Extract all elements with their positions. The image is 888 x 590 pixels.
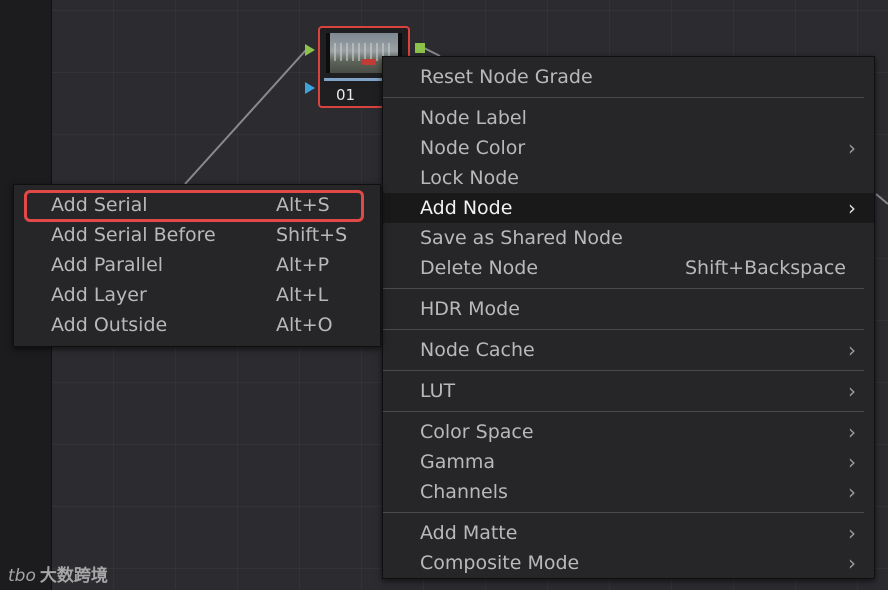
menu-item-shortcut: Shift+Backspace xyxy=(685,257,846,279)
submenu-item-add-serial[interactable]: Add Serial Alt+S xyxy=(14,190,380,220)
menu-item-add-node[interactable]: Add Node › xyxy=(383,193,874,223)
chevron-right-icon: › xyxy=(848,450,856,474)
watermark: tbo 大数跨境 xyxy=(8,561,108,586)
menu-item-delete-node[interactable]: Delete Node Shift+Backspace xyxy=(383,253,874,283)
submenu-item-add-serial-before[interactable]: Add Serial Before Shift+S xyxy=(14,220,380,250)
menu-item-node-label[interactable]: Node Label xyxy=(383,103,874,133)
submenu-item-add-layer[interactable]: Add Layer Alt+L xyxy=(14,280,380,310)
submenu-item-label: Add Serial xyxy=(51,194,148,216)
rgb-output-port-icon[interactable] xyxy=(415,43,425,53)
menu-item-color-space[interactable]: Color Space › xyxy=(383,417,874,447)
output-wire xyxy=(423,47,441,57)
menu-item-label: Gamma xyxy=(420,451,496,473)
chevron-right-icon: › xyxy=(848,136,856,160)
menu-item-label: Node Cache xyxy=(420,339,535,361)
menu-separator xyxy=(383,329,864,330)
menu-item-label: HDR Mode xyxy=(420,298,520,320)
menu-item-add-matte[interactable]: Add Matte › xyxy=(383,518,874,548)
menu-item-label: LUT xyxy=(420,380,456,402)
add-node-submenu: Add Serial Alt+S Add Serial Before Shift+S A… xyxy=(13,184,381,347)
submenu-item-label: Add Layer xyxy=(51,284,147,306)
menu-item-composite-mode[interactable]: Composite Mode › xyxy=(383,548,874,578)
menu-item-gamma[interactable]: Gamma › xyxy=(383,447,874,477)
menu-item-hdr-mode[interactable]: HDR Mode xyxy=(383,294,874,324)
node-label: 01 xyxy=(336,86,356,104)
menu-item-label: Delete Node xyxy=(420,257,539,279)
chevron-right-icon: › xyxy=(848,521,856,545)
submenu-item-label: Add Serial Before xyxy=(51,224,216,246)
menu-item-label: Lock Node xyxy=(420,167,519,189)
menu-item-label: Save as Shared Node xyxy=(420,227,623,249)
menu-item-save-as-shared-node[interactable]: Save as Shared Node xyxy=(383,223,874,253)
menu-separator xyxy=(383,370,864,371)
input-wire xyxy=(184,49,307,185)
chevron-right-icon: › xyxy=(848,338,856,362)
submenu-item-label: Add Outside xyxy=(51,314,168,336)
key-input-port-icon[interactable] xyxy=(305,82,315,94)
submenu-item-shortcut: Alt+P xyxy=(276,254,330,276)
menu-item-label: Reset Node Grade xyxy=(420,66,593,88)
menu-separator xyxy=(383,512,864,513)
menu-separator xyxy=(383,411,864,412)
menu-item-label: Node Label xyxy=(420,107,527,129)
rgb-input-port-icon[interactable] xyxy=(305,44,315,56)
submenu-item-label: Add Parallel xyxy=(51,254,164,276)
chevron-right-icon: › xyxy=(848,480,856,504)
menu-separator xyxy=(383,288,864,289)
menu-item-reset-node-grade[interactable]: Reset Node Grade xyxy=(383,62,874,92)
menu-item-label: Composite Mode xyxy=(420,552,580,574)
submenu-item-shortcut: Shift+S xyxy=(276,224,348,246)
menu-item-node-cache[interactable]: Node Cache › xyxy=(383,335,874,365)
menu-item-node-color[interactable]: Node Color › xyxy=(383,133,874,163)
menu-item-channels[interactable]: Channels › xyxy=(383,477,874,507)
submenu-item-add-parallel[interactable]: Add Parallel Alt+P xyxy=(14,250,380,280)
output-wire-right xyxy=(875,193,888,205)
menu-item-label: Color Space xyxy=(420,421,534,443)
chevron-right-icon: › xyxy=(848,379,856,403)
submenu-item-shortcut: Alt+O xyxy=(276,314,333,336)
watermark-logo-icon: tbo xyxy=(8,566,36,586)
menu-item-label: Channels xyxy=(420,481,508,503)
submenu-item-shortcut: Alt+S xyxy=(276,194,330,216)
submenu-item-add-outside[interactable]: Add Outside Alt+O xyxy=(14,310,380,340)
menu-separator xyxy=(383,97,864,98)
menu-item-lock-node[interactable]: Lock Node xyxy=(383,163,874,193)
submenu-item-shortcut: Alt+L xyxy=(276,284,329,306)
menu-item-label: Node Color xyxy=(420,137,526,159)
node-context-menu: Reset Node Grade Node Label Node Color › Loc… xyxy=(382,56,875,579)
watermark-text: 大数跨境 xyxy=(39,566,108,586)
menu-item-label: Add Matte xyxy=(420,522,518,544)
menu-item-label: Add Node xyxy=(420,197,513,219)
menu-item-lut[interactable]: LUT › xyxy=(383,376,874,406)
chevron-right-icon: › xyxy=(848,196,856,220)
chevron-right-icon: › xyxy=(848,420,856,444)
chevron-right-icon: › xyxy=(848,551,856,575)
